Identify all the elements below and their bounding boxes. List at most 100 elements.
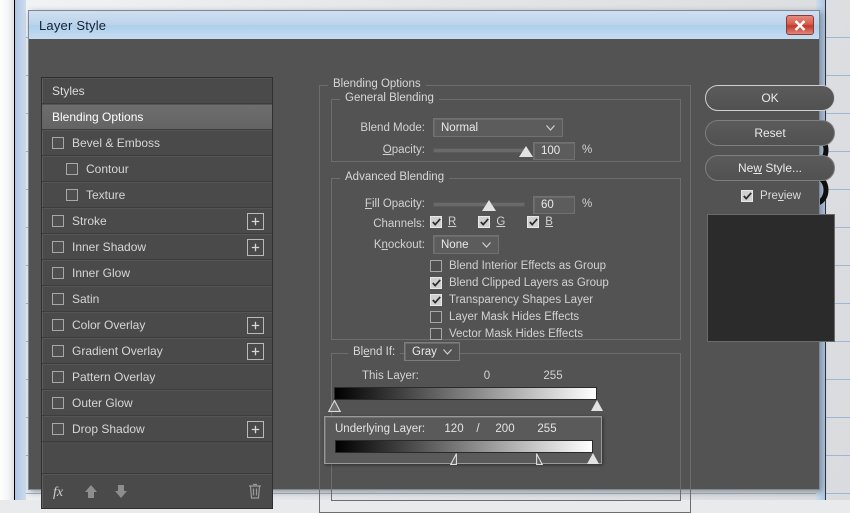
advanced-option-1[interactable]: Blend Clipped Layers as Group <box>430 275 609 291</box>
underlying-layer-gradient-strip[interactable] <box>335 440 593 453</box>
underlying-layer-black-handle-right[interactable] <box>536 453 544 465</box>
opacity-slider[interactable] <box>433 146 533 157</box>
style-row-stroke[interactable]: Stroke <box>42 208 272 234</box>
style-row-inner-glow[interactable]: Inner Glow <box>42 260 272 286</box>
underlying-layer-white-handle[interactable] <box>587 453 599 464</box>
style-row-drop-shadow[interactable]: Drop Shadow <box>42 416 272 442</box>
style-row-contour[interactable]: Contour <box>42 156 272 182</box>
dialog-body: Styles Blending Options Bevel & Emboss Con… <box>29 39 835 513</box>
style-row-inner-shadow[interactable]: Inner Shadow <box>42 234 272 260</box>
opacity-input[interactable]: 100 <box>533 142 575 160</box>
style-checkbox-6[interactable] <box>52 266 64 279</box>
blend-mode-select[interactable]: Normal <box>433 118 563 137</box>
style-row-satin[interactable]: Satin <box>42 286 272 312</box>
this-layer-gradient-strip[interactable] <box>334 387 597 400</box>
underlying-layer-black-value: 120 <box>444 423 464 435</box>
opacity-label-rest: pacity: <box>391 144 425 156</box>
advanced-option-label: Blend Clipped Layers as Group <box>449 277 609 289</box>
channel-b[interactable]: B <box>527 216 553 228</box>
knockout-select[interactable]: None <box>433 235 499 254</box>
reset-button[interactable]: Reset <box>705 120 835 146</box>
style-checkbox-8[interactable] <box>52 318 64 331</box>
add-effect-button[interactable] <box>247 239 264 256</box>
add-effect-button[interactable] <box>247 343 264 360</box>
fx-icon[interactable]: fx <box>52 483 68 499</box>
style-row-blending-options[interactable]: Blending Options <box>42 104 272 130</box>
advanced-option-checkbox-1[interactable] <box>430 277 442 289</box>
style-checkbox-1[interactable] <box>52 136 64 149</box>
add-effect-button[interactable] <box>247 317 264 334</box>
style-checkbox-10[interactable] <box>52 370 64 383</box>
advanced-option-2[interactable]: Transparency Shapes Layer <box>430 292 609 308</box>
channel-label: R <box>448 216 457 228</box>
fill-opacity-label: Fill Opacity: <box>364 198 425 210</box>
style-row-label: Bevel & Emboss <box>72 135 161 150</box>
layer-style-dialog: Layer Style Styles Blending Options Bevel… <box>28 10 835 513</box>
style-row-label: Pattern Overlay <box>72 369 156 384</box>
style-row-gradient-overlay[interactable]: Gradient Overlay <box>42 338 272 364</box>
style-row-label: Outer Glow <box>72 395 133 410</box>
channel-checkbox-r[interactable] <box>430 216 442 228</box>
advanced-option-3[interactable]: Layer Mask Hides Effects <box>430 309 609 325</box>
advanced-option-0[interactable]: Blend Interior Effects as Group <box>430 258 609 274</box>
preview-checkbox-row[interactable]: Preview <box>705 190 837 202</box>
trash-icon[interactable] <box>248 483 262 499</box>
advanced-option-checkbox-4[interactable] <box>430 328 442 340</box>
checkmark-icon <box>479 218 489 226</box>
style-row-label: Stroke <box>72 213 107 228</box>
channel-checkbox-g[interactable] <box>478 216 491 228</box>
style-checkbox-11[interactable] <box>52 396 64 409</box>
arrow-down-icon[interactable] <box>114 484 128 499</box>
style-row-label: Satin <box>72 291 100 306</box>
style-row-label: Drop Shadow <box>72 421 145 436</box>
style-checkbox-5[interactable] <box>52 240 64 253</box>
style-row-color-overlay[interactable]: Color Overlay <box>42 312 272 338</box>
style-checkbox-2[interactable] <box>66 162 78 175</box>
underlying-layer-label: Underlying Layer: <box>335 423 426 435</box>
channel-checkbox-b[interactable] <box>527 216 540 228</box>
this-layer-black-handle[interactable] <box>328 400 341 412</box>
this-layer-white-handle[interactable] <box>591 400 603 411</box>
styles-panel: Styles Blending Options Bevel & Emboss Con… <box>41 77 273 509</box>
advanced-blending-options-list: Blend Interior Effects as Group Blend Cli… <box>430 258 609 343</box>
style-checkbox-3[interactable] <box>66 188 78 201</box>
underlying-layer-black-handle-left[interactable] <box>450 453 458 465</box>
style-row-bevel-emboss[interactable]: Bevel & Emboss <box>42 130 272 156</box>
channel-g[interactable]: G <box>478 216 505 228</box>
style-row-label: Texture <box>86 187 126 202</box>
preview-swatch <box>707 214 835 342</box>
advanced-option-label: Transparency Shapes Layer <box>449 294 594 306</box>
blend-if-channel-value: Gray <box>412 345 437 358</box>
fill-opacity-input[interactable]: 60 <box>533 196 575 214</box>
blend-if-channel-select[interactable]: Gray <box>404 342 460 361</box>
advanced-option-checkbox-2[interactable] <box>430 294 442 306</box>
fill-opacity-slider-thumb[interactable] <box>482 200 497 211</box>
arrow-up-icon[interactable] <box>84 484 98 499</box>
advanced-option-label: Layer Mask Hides Effects <box>449 311 580 323</box>
ok-button[interactable]: OK <box>705 85 835 111</box>
new-style-button[interactable]: New Style... <box>705 155 835 181</box>
advanced-option-checkbox-0[interactable] <box>430 260 442 272</box>
preview-checkbox[interactable] <box>741 190 754 202</box>
blend-mode-label: Blend Mode: <box>360 122 425 134</box>
style-row-pattern-overlay[interactable]: Pattern Overlay <box>42 364 272 390</box>
style-checkbox-7[interactable] <box>52 292 64 305</box>
advanced-option-4[interactable]: Vector Mask Hides Effects <box>430 326 609 342</box>
style-row-texture[interactable]: Texture <box>42 182 272 208</box>
add-effect-button[interactable] <box>247 421 264 438</box>
style-checkbox-4[interactable] <box>52 214 64 227</box>
channel-r[interactable]: R <box>430 216 456 228</box>
dialog-titlebar[interactable]: Layer Style <box>29 11 819 40</box>
close-button[interactable] <box>786 15 814 35</box>
paper-left-edge <box>0 0 15 500</box>
fill-opacity-slider[interactable] <box>433 200 525 211</box>
add-effect-button[interactable] <box>247 213 264 230</box>
style-checkbox-12[interactable] <box>52 422 64 435</box>
blend-if-label: Blend If: <box>348 346 401 358</box>
advanced-option-checkbox-3[interactable] <box>430 311 442 323</box>
style-row-outer-glow[interactable]: Outer Glow <box>42 390 272 416</box>
this-layer-black-value: 0 <box>483 370 491 382</box>
style-checkbox-9[interactable] <box>52 344 64 357</box>
preview-label: Preview <box>760 190 801 202</box>
opacity-slider-thumb[interactable] <box>519 146 533 157</box>
